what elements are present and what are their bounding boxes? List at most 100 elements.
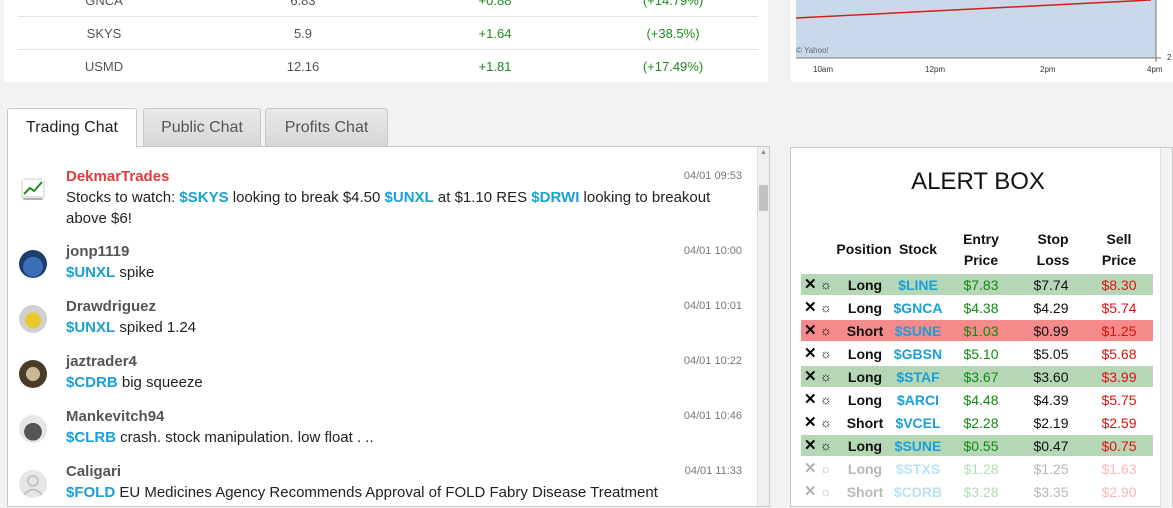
remove-x-icon[interactable]: ✕ xyxy=(804,482,817,500)
settings-gear-icon[interactable]: ☼ xyxy=(820,300,832,315)
y-tick-label: 2 xyxy=(1167,53,1172,62)
stop-loss-cell: $3.60 xyxy=(1033,369,1069,385)
sell-price-cell: $0.75 xyxy=(1101,438,1137,454)
alert-row[interactable]: ✕ ☼ Short $CDRB $3.28 $3.35 $2.90 xyxy=(801,480,1153,502)
position-cell: Long xyxy=(847,392,883,408)
ticker-link[interactable]: $FOLD xyxy=(66,484,115,501)
table-row[interactable]: SKYS 5.9 +1.64 (+38.5%) xyxy=(18,17,758,50)
table-row[interactable]: USMD 12.16 +1.81 (+17.49%) xyxy=(18,50,758,83)
alert-scrollbar[interactable] xyxy=(1160,148,1172,508)
settings-gear-icon[interactable]: ☼ xyxy=(820,392,832,407)
username[interactable]: Drawdriguez xyxy=(66,298,156,315)
ticker-link[interactable]: $CLRB xyxy=(66,429,116,446)
message-fragment: spike xyxy=(115,264,155,281)
ticker-link[interactable]: $UNXL xyxy=(66,264,115,281)
stock-link[interactable]: $CDRB xyxy=(887,484,949,500)
settings-gear-icon[interactable]: ☼ xyxy=(820,346,832,361)
settings-gear-icon[interactable]: ☼ xyxy=(820,484,832,499)
stop-loss-cell: $1.25 xyxy=(1033,461,1069,477)
chat-scrollbar[interactable]: ▲ xyxy=(757,147,769,506)
remove-x-icon[interactable]: ✕ xyxy=(804,436,817,454)
alert-row[interactable]: ✕ ☼ Long $LINE $7.83 $7.74 $8.30 xyxy=(801,273,1153,295)
remove-x-icon[interactable]: ✕ xyxy=(804,344,817,362)
stock-link[interactable]: $SUNE xyxy=(887,438,949,454)
scroll-up-arrow-icon[interactable]: ▲ xyxy=(758,147,769,159)
ticker-link[interactable]: $DRWI xyxy=(531,189,579,206)
message-text: $UNXL spike xyxy=(66,262,736,283)
username[interactable]: jaztrader4 xyxy=(66,353,137,370)
entry-price-cell: $5.10 xyxy=(963,346,999,362)
alert-row[interactable]: ✕ ☼ Long $SUNE $0.55 $0.47 $0.75 xyxy=(801,434,1153,456)
symbol-cell[interactable]: SKYS xyxy=(64,26,144,41)
timestamp: 04/01 10:46 xyxy=(683,410,742,422)
username[interactable]: DekmarTrades xyxy=(66,168,169,185)
intraday-chart: © Yahoo! 10am 12pm 2pm 4pm 2 xyxy=(791,0,1173,82)
remove-x-icon[interactable]: ✕ xyxy=(804,275,817,293)
table-row[interactable]: GNCA 6.83 +0.88 (+14.79%) xyxy=(18,0,758,17)
entry-price-cell: $4.38 xyxy=(963,300,999,316)
chat-panel[interactable]: DekmarTrades 04/01 09:53 Stocks to watch… xyxy=(7,146,770,507)
avatar[interactable] xyxy=(19,415,47,443)
position-cell: Short xyxy=(846,484,884,500)
alert-row[interactable]: ✕ ☼ Long $ARCI $4.48 $4.39 $5.75 xyxy=(801,388,1153,410)
username[interactable]: Caligari xyxy=(66,463,121,480)
change-cell: +1.81 xyxy=(478,59,512,74)
message-fragment: big squeeze xyxy=(117,374,203,391)
remove-x-icon[interactable]: ✕ xyxy=(804,413,817,431)
message-fragment: spiked 1.24 xyxy=(115,319,197,336)
remove-x-icon[interactable]: ✕ xyxy=(804,367,817,385)
settings-gear-icon[interactable]: ☼ xyxy=(820,277,832,292)
avatar[interactable] xyxy=(19,360,47,388)
message-fragment: at $1.10 RES xyxy=(433,189,532,206)
settings-gear-icon[interactable]: ☼ xyxy=(820,369,832,384)
remove-x-icon[interactable]: ✕ xyxy=(804,459,817,477)
stock-link[interactable]: $GBSN xyxy=(887,346,949,362)
stock-link[interactable]: $STAF xyxy=(887,369,949,385)
stock-link[interactable]: $STXS xyxy=(887,461,949,477)
avatar[interactable] xyxy=(19,175,47,203)
settings-gear-icon[interactable]: ☼ xyxy=(820,438,832,453)
ticker-link[interactable]: $UNXL xyxy=(385,189,434,206)
alert-row[interactable]: ✕ ☼ Short $VCEL $2.28 $2.19 $2.59 xyxy=(801,411,1153,433)
message-text: $UNXL spiked 1.24 xyxy=(66,317,736,338)
stock-link[interactable]: $SUNE xyxy=(887,323,949,339)
alert-box: ALERT BOX Position Stock Entry Price Stop… xyxy=(790,147,1173,508)
avatar[interactable] xyxy=(19,305,47,333)
sell-price-cell: $2.90 xyxy=(1101,484,1137,500)
stock-link[interactable]: $VCEL xyxy=(887,415,949,431)
symbol-cell[interactable]: USMD xyxy=(64,59,144,74)
alert-row[interactable]: ✕ ☼ Long $STAF $3.67 $3.60 $3.99 xyxy=(801,365,1153,387)
stock-link[interactable]: $LINE xyxy=(887,277,949,293)
tab-trading-chat[interactable]: Trading Chat xyxy=(7,108,137,148)
remove-x-icon[interactable]: ✕ xyxy=(804,390,817,408)
settings-gear-icon[interactable]: ☼ xyxy=(820,461,832,476)
alert-row[interactable]: ✕ ☼ Long $GNCA $4.38 $4.29 $5.74 xyxy=(801,296,1153,318)
alert-row[interactable]: ✕ ☼ Short $SUNE $1.03 $0.99 $1.25 xyxy=(801,319,1153,341)
username[interactable]: jonp1119 xyxy=(66,243,129,260)
sell-price-cell: $5.74 xyxy=(1101,300,1137,316)
ticker-link[interactable]: $SKYS xyxy=(179,189,228,206)
position-cell: Long xyxy=(847,300,883,316)
stock-link[interactable]: $GNCA xyxy=(887,300,949,316)
ticker-link[interactable]: $CDRB xyxy=(66,374,118,391)
settings-gear-icon[interactable]: ☼ xyxy=(820,323,832,338)
tab-profits-chat[interactable]: Profits Chat xyxy=(265,108,388,147)
remove-x-icon[interactable]: ✕ xyxy=(804,298,817,316)
header-sell-price: Sell Price xyxy=(1101,231,1137,268)
tab-public-chat[interactable]: Public Chat xyxy=(143,108,261,147)
symbol-cell[interactable]: GNCA xyxy=(64,0,144,8)
avatar[interactable] xyxy=(19,250,47,278)
alert-row[interactable]: ✕ ☼ Long $GBSN $5.10 $5.05 $5.68 xyxy=(801,342,1153,364)
username[interactable]: Mankevitch94 xyxy=(66,408,164,425)
chart-trend-icon xyxy=(21,178,45,200)
avatar[interactable] xyxy=(19,470,47,498)
alert-row[interactable]: ✕ ☼ Long $STXS $1.28 $1.25 $1.63 xyxy=(801,457,1153,479)
ticker-link[interactable]: $UNXL xyxy=(66,319,115,336)
stock-link[interactable]: $ARCI xyxy=(887,392,949,408)
timestamp: 04/01 10:22 xyxy=(683,355,742,367)
chart-svg: © Yahoo! 10am 12pm 2pm 4pm 2 xyxy=(795,0,1172,74)
scroll-thumb[interactable] xyxy=(759,185,768,211)
position-cell: Long xyxy=(847,438,883,454)
remove-x-icon[interactable]: ✕ xyxy=(804,321,817,339)
settings-gear-icon[interactable]: ☼ xyxy=(820,415,832,430)
